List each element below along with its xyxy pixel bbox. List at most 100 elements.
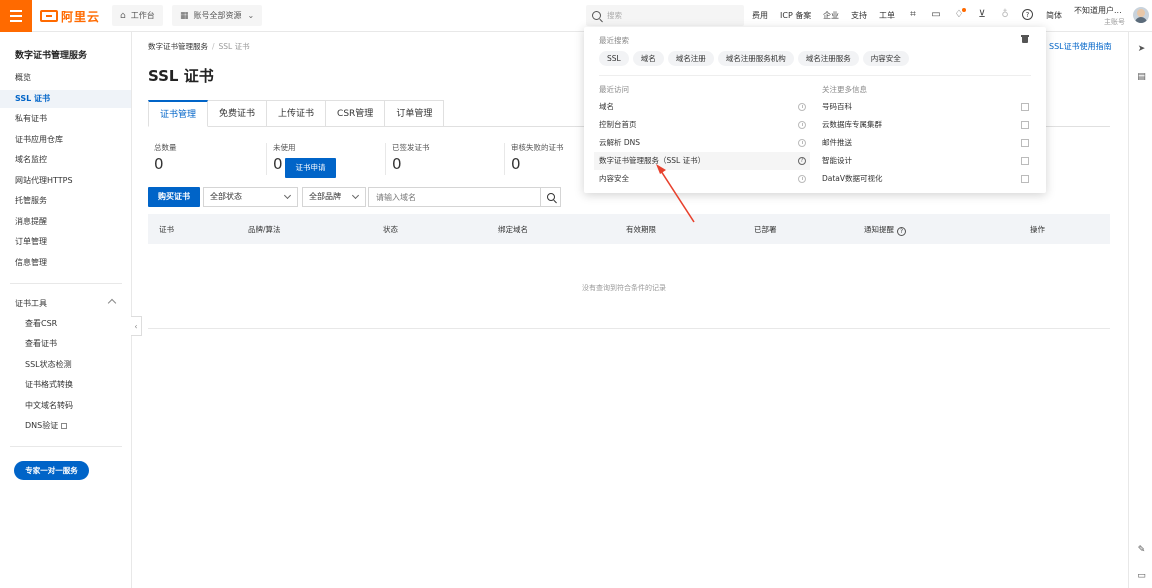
chevron-up-icon[interactable]: [107, 298, 117, 308]
more-info-label: 关注更多信息: [822, 85, 867, 94]
tab-bar: 证书管理 免费证书 上传证书 CSR管理 订单管理: [148, 100, 445, 127]
recent-visit-domain[interactable]: 域名: [594, 98, 810, 116]
external-link-icon: [1021, 175, 1029, 183]
sidebar-item-dns-verify[interactable]: DNS验证: [0, 417, 131, 435]
sidebar-item-view-csr[interactable]: 查看CSR: [0, 315, 131, 333]
tab-cert-manage[interactable]: 证书管理: [148, 100, 209, 127]
expert-service-button[interactable]: 专家一对一服务: [14, 461, 89, 480]
cart-icon[interactable]: ⊻: [976, 9, 988, 21]
stat-total-value: 0: [154, 155, 164, 173]
lightbulb-icon[interactable]: ♁: [999, 9, 1011, 21]
breadcrumb-root[interactable]: 数字证书管理服务: [148, 42, 208, 51]
stat-failed-label: 审核失败的证书: [511, 143, 564, 152]
language-switch[interactable]: 简体: [1046, 10, 1062, 21]
tab-free-cert[interactable]: 免费证书: [208, 100, 268, 127]
more-item-datav[interactable]: DataV数据可视化: [817, 170, 1032, 188]
sidebar-item-cert-repo[interactable]: 证书应用仓库: [0, 131, 131, 149]
resources-dropdown[interactable]: ▦ 账号全部资源 ⌄: [172, 5, 263, 26]
sidebar-item-view-cert[interactable]: 查看证书: [0, 335, 131, 353]
avatar[interactable]: [1133, 7, 1149, 23]
chip-domain-registrar[interactable]: 域名注册服务机构: [717, 51, 794, 66]
sidebar-item-format-convert[interactable]: 证书格式转换: [0, 376, 131, 394]
column-validity: 有效期限: [626, 225, 656, 234]
sidebar-item-private-cert[interactable]: 私有证书: [0, 110, 131, 128]
tab-upload-cert[interactable]: 上传证书: [267, 100, 327, 127]
sidebar-item-https-proxy[interactable]: 网站代理HTTPS: [0, 172, 131, 190]
column-cert: 证书: [159, 225, 174, 234]
right-rail: ➤ ▤ ✎ ▭: [1128, 32, 1152, 588]
top-link-ticket[interactable]: 工单: [879, 10, 895, 21]
help-icon[interactable]: ?: [897, 227, 906, 236]
stat-divider: [385, 143, 386, 175]
more-item-smart-design[interactable]: 智能设计: [817, 152, 1032, 170]
recent-visit-dns[interactable]: 云解析 DNS: [594, 134, 810, 152]
chat-icon[interactable]: ▭: [1137, 571, 1146, 581]
sidebar-collapse-handle[interactable]: ‹: [131, 316, 142, 336]
more-item-mail-push[interactable]: 邮件推送: [817, 134, 1032, 152]
breadcrumb-current: SSL 证书: [218, 42, 250, 51]
top-link-icp[interactable]: ICP 备案: [780, 10, 811, 21]
apply-cert-button[interactable]: 证书申请: [285, 158, 336, 178]
chip-domain[interactable]: 域名: [632, 51, 664, 66]
buy-cert-button[interactable]: 购买证书: [148, 187, 200, 207]
sidebar-item-ssl-check[interactable]: SSL状态检测: [0, 356, 131, 374]
pointer-icon[interactable]: ➤: [1137, 44, 1146, 54]
stat-unused-label: 未使用: [273, 143, 296, 152]
workbench-button[interactable]: ⌂ 工作台: [112, 5, 163, 26]
sidebar-item-hosting[interactable]: 托管服务: [0, 192, 131, 210]
menu-icon[interactable]: [0, 0, 32, 32]
chevron-down-icon: [351, 191, 360, 200]
chip-content-security[interactable]: 内容安全: [862, 51, 909, 66]
sidebar-item-punycode[interactable]: 中文域名转码: [0, 397, 131, 415]
sidebar-item-info[interactable]: 信息管理: [0, 254, 131, 272]
recent-visit-ssl-service[interactable]: 数字证书管理服务（SSL 证书）?: [594, 152, 810, 170]
domain-search-button[interactable]: [540, 187, 561, 207]
sidebar-item-alerts[interactable]: 消息提醒: [0, 213, 131, 231]
more-item-db-cluster[interactable]: 云数据库专属集群: [817, 116, 1032, 134]
column-domain: 绑定域名: [498, 225, 528, 234]
sidebar-item-overview[interactable]: 概览: [0, 69, 131, 87]
sidebar-item-domain-monitor[interactable]: 域名监控: [0, 151, 131, 169]
stat-unused-value: 0: [273, 155, 283, 173]
document-icon[interactable]: ▤: [1137, 72, 1146, 82]
top-link-fees[interactable]: 费用: [752, 10, 768, 21]
code-icon[interactable]: ⌗: [907, 9, 919, 21]
chip-ssl[interactable]: SSL: [599, 51, 629, 66]
bell-icon[interactable]: ♢: [953, 8, 966, 21]
chevron-down-icon: ⌄: [247, 11, 255, 20]
top-link-enterprise[interactable]: 企业: [823, 10, 839, 21]
status-select[interactable]: 全部状态: [203, 187, 298, 207]
tab-csr[interactable]: CSR管理: [326, 100, 386, 127]
ssl-guide-link[interactable]: SSL证书使用指南: [1049, 41, 1112, 52]
search-input[interactable]: 搜索: [586, 5, 744, 26]
search-dropdown: 最近搜索 SSL 域名 域名注册 域名注册服务机构 域名注册服务 内容安全 最近…: [584, 27, 1046, 193]
external-link-icon: [1021, 121, 1029, 129]
column-status: 状态: [383, 225, 398, 234]
tab-orders[interactable]: 订单管理: [385, 100, 445, 127]
edit-icon[interactable]: ✎: [1137, 545, 1146, 555]
column-actions: 操作: [1030, 225, 1045, 234]
domain-search-input[interactable]: [368, 187, 541, 207]
sidebar-divider: [10, 283, 122, 284]
home-icon: ⌂: [120, 10, 126, 21]
top-link-support[interactable]: 支持: [851, 10, 867, 21]
more-item-number-wiki[interactable]: 号码百科: [817, 98, 1032, 116]
search-icon: [592, 11, 601, 20]
trash-icon[interactable]: [1021, 35, 1029, 43]
grid-icon: ▦: [180, 10, 189, 21]
sidebar-group-tools[interactable]: 证书工具: [15, 298, 47, 309]
recent-visit-console[interactable]: 控制台首页: [594, 116, 810, 134]
chip-domain-register[interactable]: 域名注册: [667, 51, 714, 66]
chip-domain-register-service[interactable]: 域名注册服务: [797, 51, 859, 66]
recent-visit-content-security[interactable]: 内容安全: [594, 170, 810, 188]
sidebar-divider: [10, 446, 122, 447]
user-name[interactable]: 不知道用户...: [1074, 5, 1122, 16]
aliyun-logo[interactable]: 阿里云: [40, 8, 100, 24]
terminal-icon[interactable]: ▭: [930, 9, 942, 21]
sidebar-item-orders[interactable]: 订单管理: [0, 233, 131, 251]
brand-select[interactable]: 全部品牌: [302, 187, 366, 207]
sidebar-item-ssl[interactable]: SSL 证书: [0, 90, 131, 108]
external-link-icon: [1021, 103, 1029, 111]
stat-failed-value: 0: [511, 155, 521, 173]
help-icon[interactable]: ?: [1022, 9, 1033, 20]
